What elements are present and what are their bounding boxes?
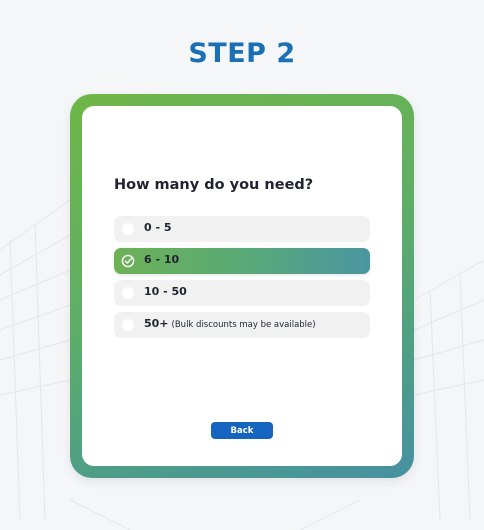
option-50-plus[interactable]: 50+ (Bulk discounts may be available) [114,312,370,338]
radio-circle-icon [122,287,134,299]
radio-circle-icon [122,319,134,331]
back-button[interactable]: Back [211,422,273,439]
card-frame: How many do you need? 0 - 5 6 - 10 10 - … [70,94,414,478]
option-label: 6 - 10 [144,253,180,266]
check-circle-icon [121,254,135,268]
option-10-50[interactable]: 10 - 50 [114,280,370,306]
option-label: 10 - 50 [144,285,187,298]
option-label: 50+ (Bulk discounts may be available) [144,317,316,330]
quantity-options: 0 - 5 6 - 10 10 - 50 50+ (Bulk discounts … [114,216,370,344]
radio-circle-icon [122,223,134,235]
option-6-10[interactable]: 6 - 10 [114,248,370,274]
question-card: How many do you need? 0 - 5 6 - 10 10 - … [82,106,402,466]
option-0-5[interactable]: 0 - 5 [114,216,370,242]
option-label: 0 - 5 [144,221,172,234]
step-title: STEP 2 [188,38,296,69]
question-heading: How many do you need? [114,177,314,193]
option-note: (Bulk discounts may be available) [171,320,316,330]
